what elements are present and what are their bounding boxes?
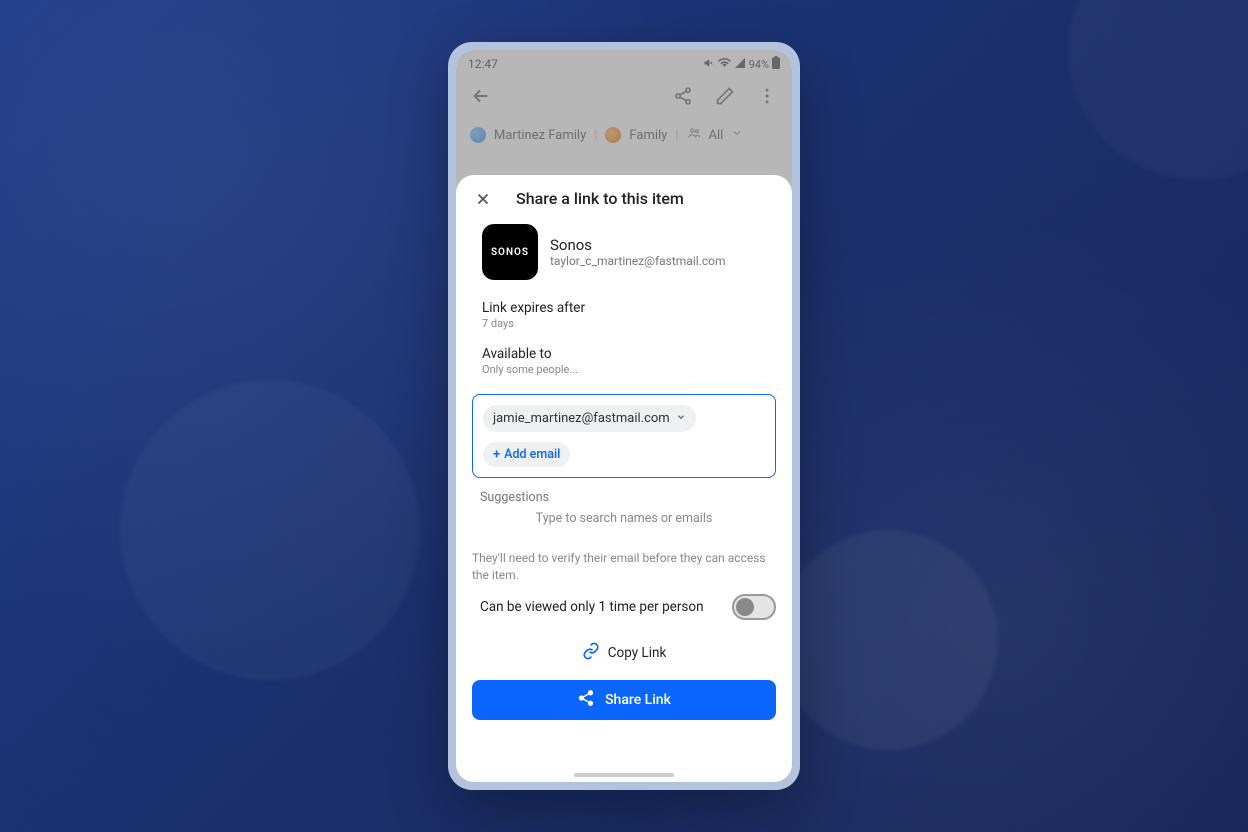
share-icon-white [577, 689, 595, 711]
expires-label: Link expires after [482, 300, 766, 316]
email-chip-text: jamie_martinez@fastmail.com [493, 411, 670, 426]
item-logo: SONOS [482, 224, 538, 280]
verify-note: They'll need to verify their email befor… [472, 550, 776, 584]
available-value: Only some people... [482, 363, 766, 376]
home-indicator[interactable] [574, 773, 674, 777]
available-label: Available to [482, 346, 766, 362]
share-link-label: Share Link [605, 692, 671, 708]
view-once-toggle[interactable] [732, 594, 776, 620]
setting-expires[interactable]: Link expires after 7 days [472, 296, 776, 334]
chevron-down-icon[interactable] [676, 412, 686, 425]
suggestions-hint: Type to search names or emails [472, 511, 776, 526]
toggle-label: Can be viewed only 1 time per person [480, 599, 704, 615]
share-sheet: Share a link to this item SONOS Sonos ta… [456, 175, 792, 782]
copy-link-label: Copy Link [608, 645, 667, 661]
close-icon[interactable] [474, 190, 492, 208]
email-chip[interactable]: jamie_martinez@fastmail.com [483, 405, 696, 432]
item-name: Sonos [550, 236, 776, 254]
plus-icon: + [493, 447, 500, 462]
copy-link-button[interactable]: Copy Link [472, 642, 776, 664]
sheet-title: Share a link to this item [516, 189, 684, 208]
phone-frame: 12:47 94% [448, 42, 800, 790]
expires-value: 7 days [482, 317, 766, 330]
email-box[interactable]: jamie_martinez@fastmail.com + Add email [472, 394, 776, 478]
setting-available[interactable]: Available to Only some people... [472, 342, 776, 380]
item-subtitle: taylor_c_martinez@fastmail.com [550, 254, 776, 268]
add-email-button[interactable]: + Add email [483, 442, 570, 467]
share-link-button[interactable]: Share Link [472, 680, 776, 720]
add-email-label: Add email [504, 447, 560, 462]
suggestions-label: Suggestions [472, 490, 776, 505]
toggle-knob [736, 598, 754, 616]
link-icon [582, 642, 600, 664]
